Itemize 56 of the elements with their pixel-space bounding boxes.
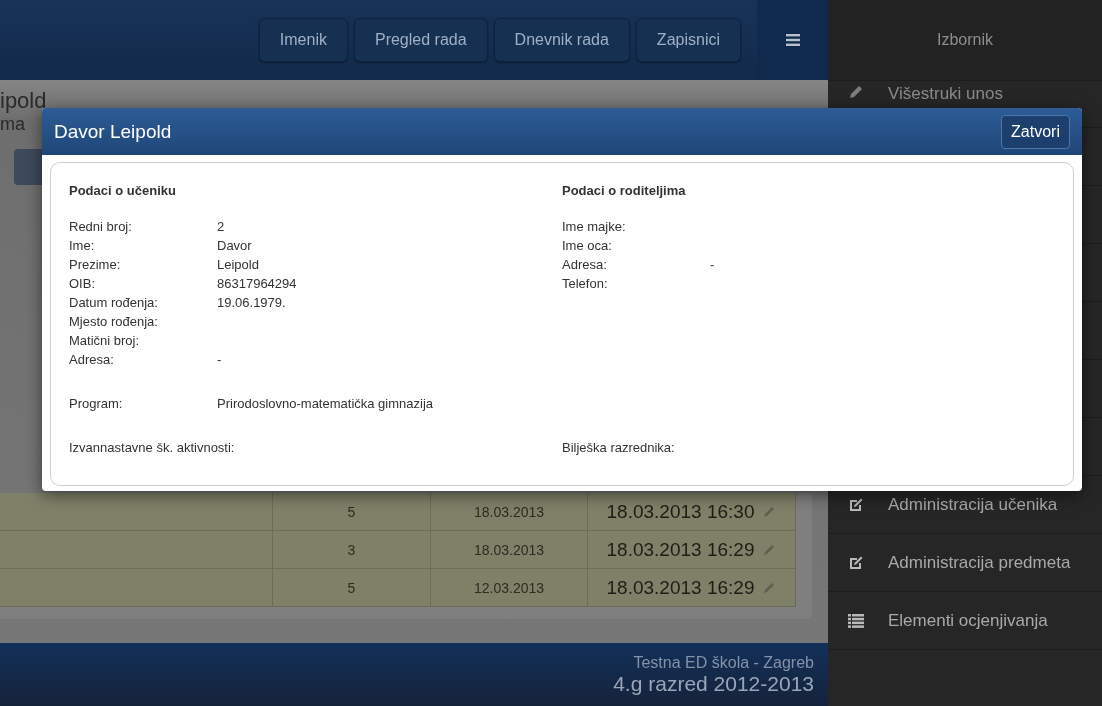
menu-icon (785, 34, 800, 46)
date-cell: 18.03.2013 (431, 531, 588, 568)
entered-time: 18.03.2013 16:30 (606, 500, 755, 523)
field-value: Prirodoslovno-matematička gimnazija (217, 396, 434, 411)
field-label: Prezime: (69, 257, 122, 272)
field-value: 2 (217, 219, 225, 234)
entered-time: 18.03.2013 16:29 (606, 576, 755, 599)
field-label: Program: (69, 396, 124, 411)
field-label: Ime majke: (562, 219, 627, 234)
grade-cell: 3 (273, 531, 431, 568)
field-label: Datum rođenja: (69, 295, 159, 310)
pencil-icon[interactable] (762, 580, 777, 595)
class-name: 4.g razred 2012-2013 (613, 671, 814, 696)
page-subheading: ma (0, 114, 25, 135)
field-label: Redni broj: (69, 219, 133, 234)
menu-button[interactable] (757, 0, 828, 80)
page-heading: ipold (0, 88, 47, 114)
field-label: Bilješka razrednika: (562, 440, 675, 455)
field-value: 86317964294 (217, 276, 297, 291)
edit-icon (848, 554, 864, 571)
nav-tab[interactable]: Dnevnik rada (493, 18, 630, 62)
nav-tab[interactable]: Pregled rada (353, 18, 488, 62)
edit-icon (848, 496, 864, 513)
sidebar-item[interactable]: Administracija predmeta (828, 534, 1102, 592)
nav-tab[interactable]: Zapisnici (635, 18, 741, 62)
date-cell: 18.03.2013 (431, 493, 588, 530)
field-label: Telefon: (562, 276, 609, 291)
field-value: Leipold (217, 257, 259, 272)
field-label: Ime oca: (562, 238, 613, 253)
date-cell: 12.03.2013 (431, 569, 588, 606)
field-value: Davor (217, 238, 252, 253)
pencil-icon[interactable] (762, 504, 777, 519)
section-title: Podaci o roditeljima (562, 183, 687, 198)
section-title: Podaci o učeniku (69, 183, 177, 198)
field-label: Ime: (69, 238, 96, 253)
entered-time: 18.03.2013 16:29 (606, 538, 755, 561)
sidebar-item[interactable]: Elementi ocjenjivanja (828, 592, 1102, 650)
grade-cell: 5 (273, 493, 431, 530)
sidebar-title: Izbornik (828, 0, 1102, 81)
close-button[interactable]: Zatvori (1001, 114, 1070, 149)
field-label: Matični broj: (69, 333, 141, 348)
list-icon (848, 613, 864, 628)
grade-cell: 5 (273, 569, 431, 606)
dialog-title: Davor Leipold (54, 120, 172, 143)
pencil-icon[interactable] (762, 542, 777, 557)
nav-tab[interactable]: Imenik (258, 18, 348, 62)
field-value: - (217, 352, 222, 367)
field-value: 19.06.1979. (217, 295, 286, 310)
field-value: - (710, 257, 715, 272)
field-label: OIB: (69, 276, 96, 291)
field-label: Adresa: (69, 352, 115, 367)
field-label: Izvannastavne šk. aktivnosti: (69, 440, 235, 455)
field-label: Adresa: (562, 257, 608, 272)
school-name: Testna ED škola - Zagreb (633, 653, 814, 672)
field-label: Mjesto rođenja: (69, 314, 159, 329)
pencil-icon (848, 84, 864, 100)
